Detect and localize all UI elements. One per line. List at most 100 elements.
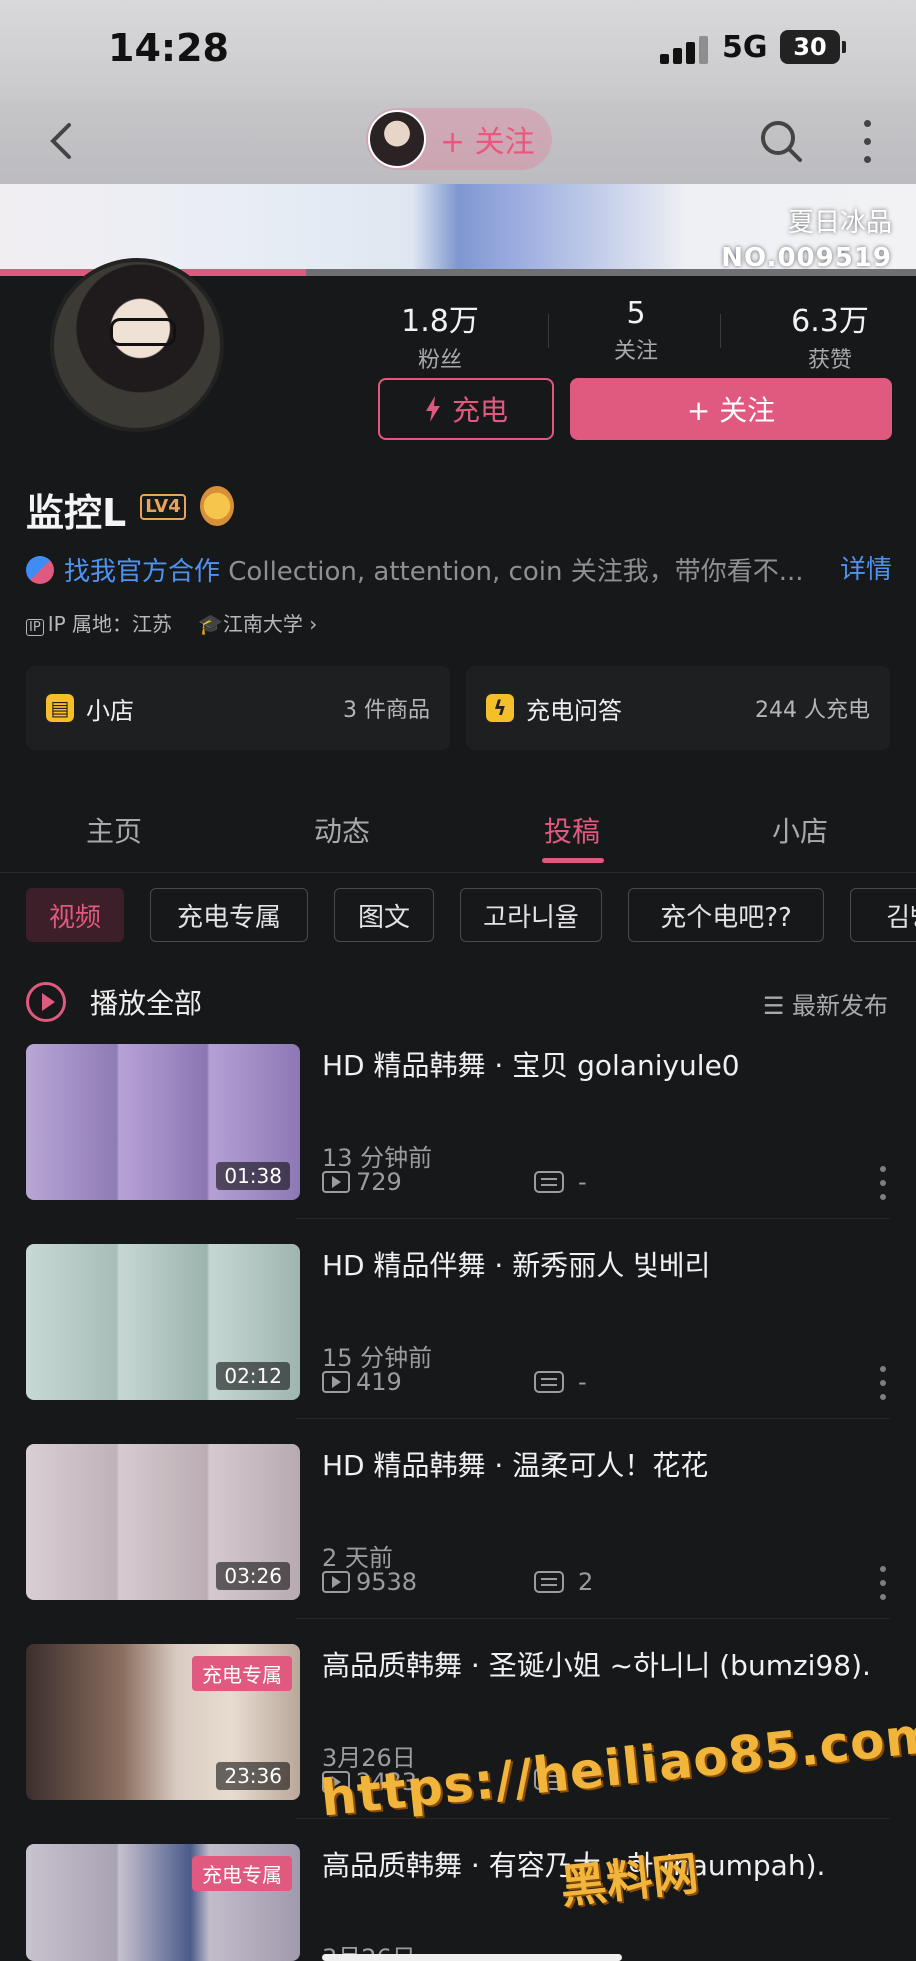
level-badge: LV4 (140, 494, 186, 520)
video-plays: 9538 (322, 1568, 417, 1596)
video-item[interactable]: 02:12 HD 精品伴舞 · 新秀丽人 빛베리 15 分钟前 419 - (26, 1244, 890, 1402)
video-more-button[interactable] (878, 1166, 888, 1200)
charge-button[interactable]: 充电 (378, 378, 554, 440)
charge-qa-card[interactable]: ϟ 充电问答 244 人充电 (466, 666, 890, 750)
video-danmu: 2 (534, 1568, 593, 1596)
nav-follow-pill[interactable]: + 关注 (366, 108, 552, 170)
filter-image-text[interactable]: 图文 (334, 888, 434, 942)
status-bar: 14:28 5G 30 (0, 0, 916, 100)
search-button[interactable] (756, 116, 806, 166)
video-item[interactable]: 03:26 HD 精品韩舞 · 温柔可人！花花 2 天前 9538 2 (26, 1444, 890, 1602)
play-count: 419 (356, 1368, 402, 1396)
battery-icon: 30 (780, 30, 846, 64)
profile-meta: IP IP 属地：江苏 🎓江南大学 › (26, 608, 317, 637)
video-duration: 03:26 (216, 1562, 290, 1590)
profile-tabs: 主页 动态 投稿 小店 (0, 796, 916, 872)
stat-label: 粉丝 (417, 348, 462, 373)
video-duration: 23:36 (216, 1762, 290, 1790)
exclusive-badge: 充电专属 (192, 1856, 292, 1891)
play-count-icon (322, 1171, 350, 1193)
banner-tag: 夏日冰品 NO.009519 (721, 202, 892, 273)
chevron-left-icon (50, 123, 71, 159)
username: 监控L (26, 491, 127, 535)
ip-location-text: IP 属地：江苏 (47, 612, 173, 636)
row-divider (296, 1618, 890, 1619)
video-title[interactable]: 高品质韩舞 · 圣诞小姐 ~하니니 (bumzi98). (322, 1644, 892, 1684)
video-duration: 02:12 (216, 1362, 290, 1390)
bio-detail-link[interactable]: 详情 (840, 549, 892, 586)
danmu-count: - (578, 1168, 587, 1196)
video-plays: 729 (322, 1168, 402, 1196)
video-item[interactable]: 充电专属 高品质韩舞 · 有容乃大 · 하 (haumpah). 3月26日 (26, 1844, 890, 1961)
bio-link[interactable]: 找我官方合作 (64, 557, 220, 587)
play-all-label: 播放全部 (90, 987, 203, 1020)
tab-shop[interactable]: 小店 (772, 810, 828, 850)
shop-card[interactable]: ▤ 小店 3 件商品 (26, 666, 450, 750)
stat-divider (548, 314, 549, 348)
row-divider (296, 1218, 890, 1219)
charge-qa-icon: ϟ (486, 694, 514, 722)
video-title[interactable]: HD 精品伴舞 · 新秀丽人 빛베리 (322, 1244, 892, 1284)
filter-collection-2[interactable]: 充个电吧?? (628, 888, 824, 942)
play-count-icon (322, 1371, 350, 1393)
video-plays: 419 (322, 1368, 402, 1396)
bio[interactable]: 找我官方合作 Collection, attention, coin 关注我，带… (26, 551, 896, 591)
video-thumbnail[interactable]: 01:38 (26, 1044, 300, 1200)
play-count: 729 (356, 1168, 402, 1196)
stat-following[interactable]: 5 关注 (576, 296, 696, 365)
banner-track (306, 269, 916, 276)
active-tab-indicator (542, 858, 604, 863)
video-thumbnail[interactable]: 充电专属 23:36 (26, 1644, 300, 1800)
video-thumbnail[interactable]: 03:26 (26, 1444, 300, 1600)
danmu-icon (534, 1571, 564, 1593)
video-thumbnail[interactable]: 充电专属 (26, 1844, 300, 1961)
video-title[interactable]: HD 精品韩舞 · 温柔可人！花花 (322, 1444, 892, 1484)
sort-button[interactable]: ☰ 最新发布 (763, 986, 888, 1021)
tab-home[interactable]: 主页 (86, 810, 142, 850)
play-count: 9538 (356, 1568, 418, 1596)
follow-button[interactable]: + 关注 (570, 378, 892, 440)
medal-icon[interactable] (200, 486, 234, 526)
stat-followers[interactable]: 1.8万 粉丝 (380, 296, 500, 374)
banner-title: 夏日冰品 (787, 208, 892, 238)
network-type: 5G (722, 30, 768, 65)
school-text: 江南大学 › (222, 612, 318, 636)
stat-value: 5 (626, 296, 646, 331)
filter-video[interactable]: 视频 (26, 888, 124, 942)
tab-uploads[interactable]: 投稿 (544, 810, 600, 850)
filter-collection-3[interactable]: 김빵 (850, 888, 916, 942)
cooperation-icon (26, 556, 54, 584)
avatar[interactable] (50, 258, 224, 432)
profile-page: 14:28 5G 30 + 关注 夏日冰品 NO.009519 1.8万 粉丝 … (0, 0, 916, 1961)
filter-charge-exclusive[interactable]: 充电专属 (150, 888, 308, 942)
more-options-button[interactable] (852, 114, 882, 168)
status-time: 14:28 (108, 26, 229, 70)
exclusive-badge: 充电专属 (192, 1656, 292, 1691)
video-item[interactable]: 01:38 HD 精品韩舞 · 宝贝 golaniyule0 13 分钟前 72… (26, 1044, 890, 1202)
play-circle-icon (26, 982, 66, 1022)
nav-follow-label: + 关注 (440, 125, 535, 160)
back-button[interactable] (36, 116, 86, 166)
school-link[interactable]: 🎓江南大学 › (198, 608, 317, 637)
play-count-icon (322, 1571, 350, 1593)
stat-likes[interactable]: 6.3万 获赞 (770, 296, 890, 374)
video-danmu: - (534, 1168, 587, 1196)
charge-label: 充电 (451, 394, 508, 427)
row-divider (296, 1418, 890, 1419)
video-thumbnail[interactable]: 02:12 (26, 1244, 300, 1400)
video-title[interactable]: HD 精品韩舞 · 宝贝 golaniyule0 (322, 1044, 892, 1084)
card-name: 小店 (86, 696, 134, 725)
profile-stats: 1.8万 粉丝 5 关注 6.3万 获赞 (380, 296, 890, 373)
card-name: 充电问答 (526, 696, 622, 725)
play-all-button[interactable]: 播放全部 (26, 980, 202, 1024)
video-more-button[interactable] (878, 1566, 888, 1600)
tab-dynamics[interactable]: 动态 (314, 810, 370, 850)
stat-label: 获赞 (807, 348, 852, 373)
filter-collection-1[interactable]: 고라니율 (460, 888, 602, 942)
divider (0, 872, 916, 873)
card-count: 3 件商品 (343, 698, 430, 723)
video-more-button[interactable] (878, 1366, 888, 1400)
card-count: 244 人充电 (755, 698, 870, 723)
stat-value: 6.3万 (791, 304, 869, 339)
danmu-count: 2 (578, 1568, 594, 1596)
